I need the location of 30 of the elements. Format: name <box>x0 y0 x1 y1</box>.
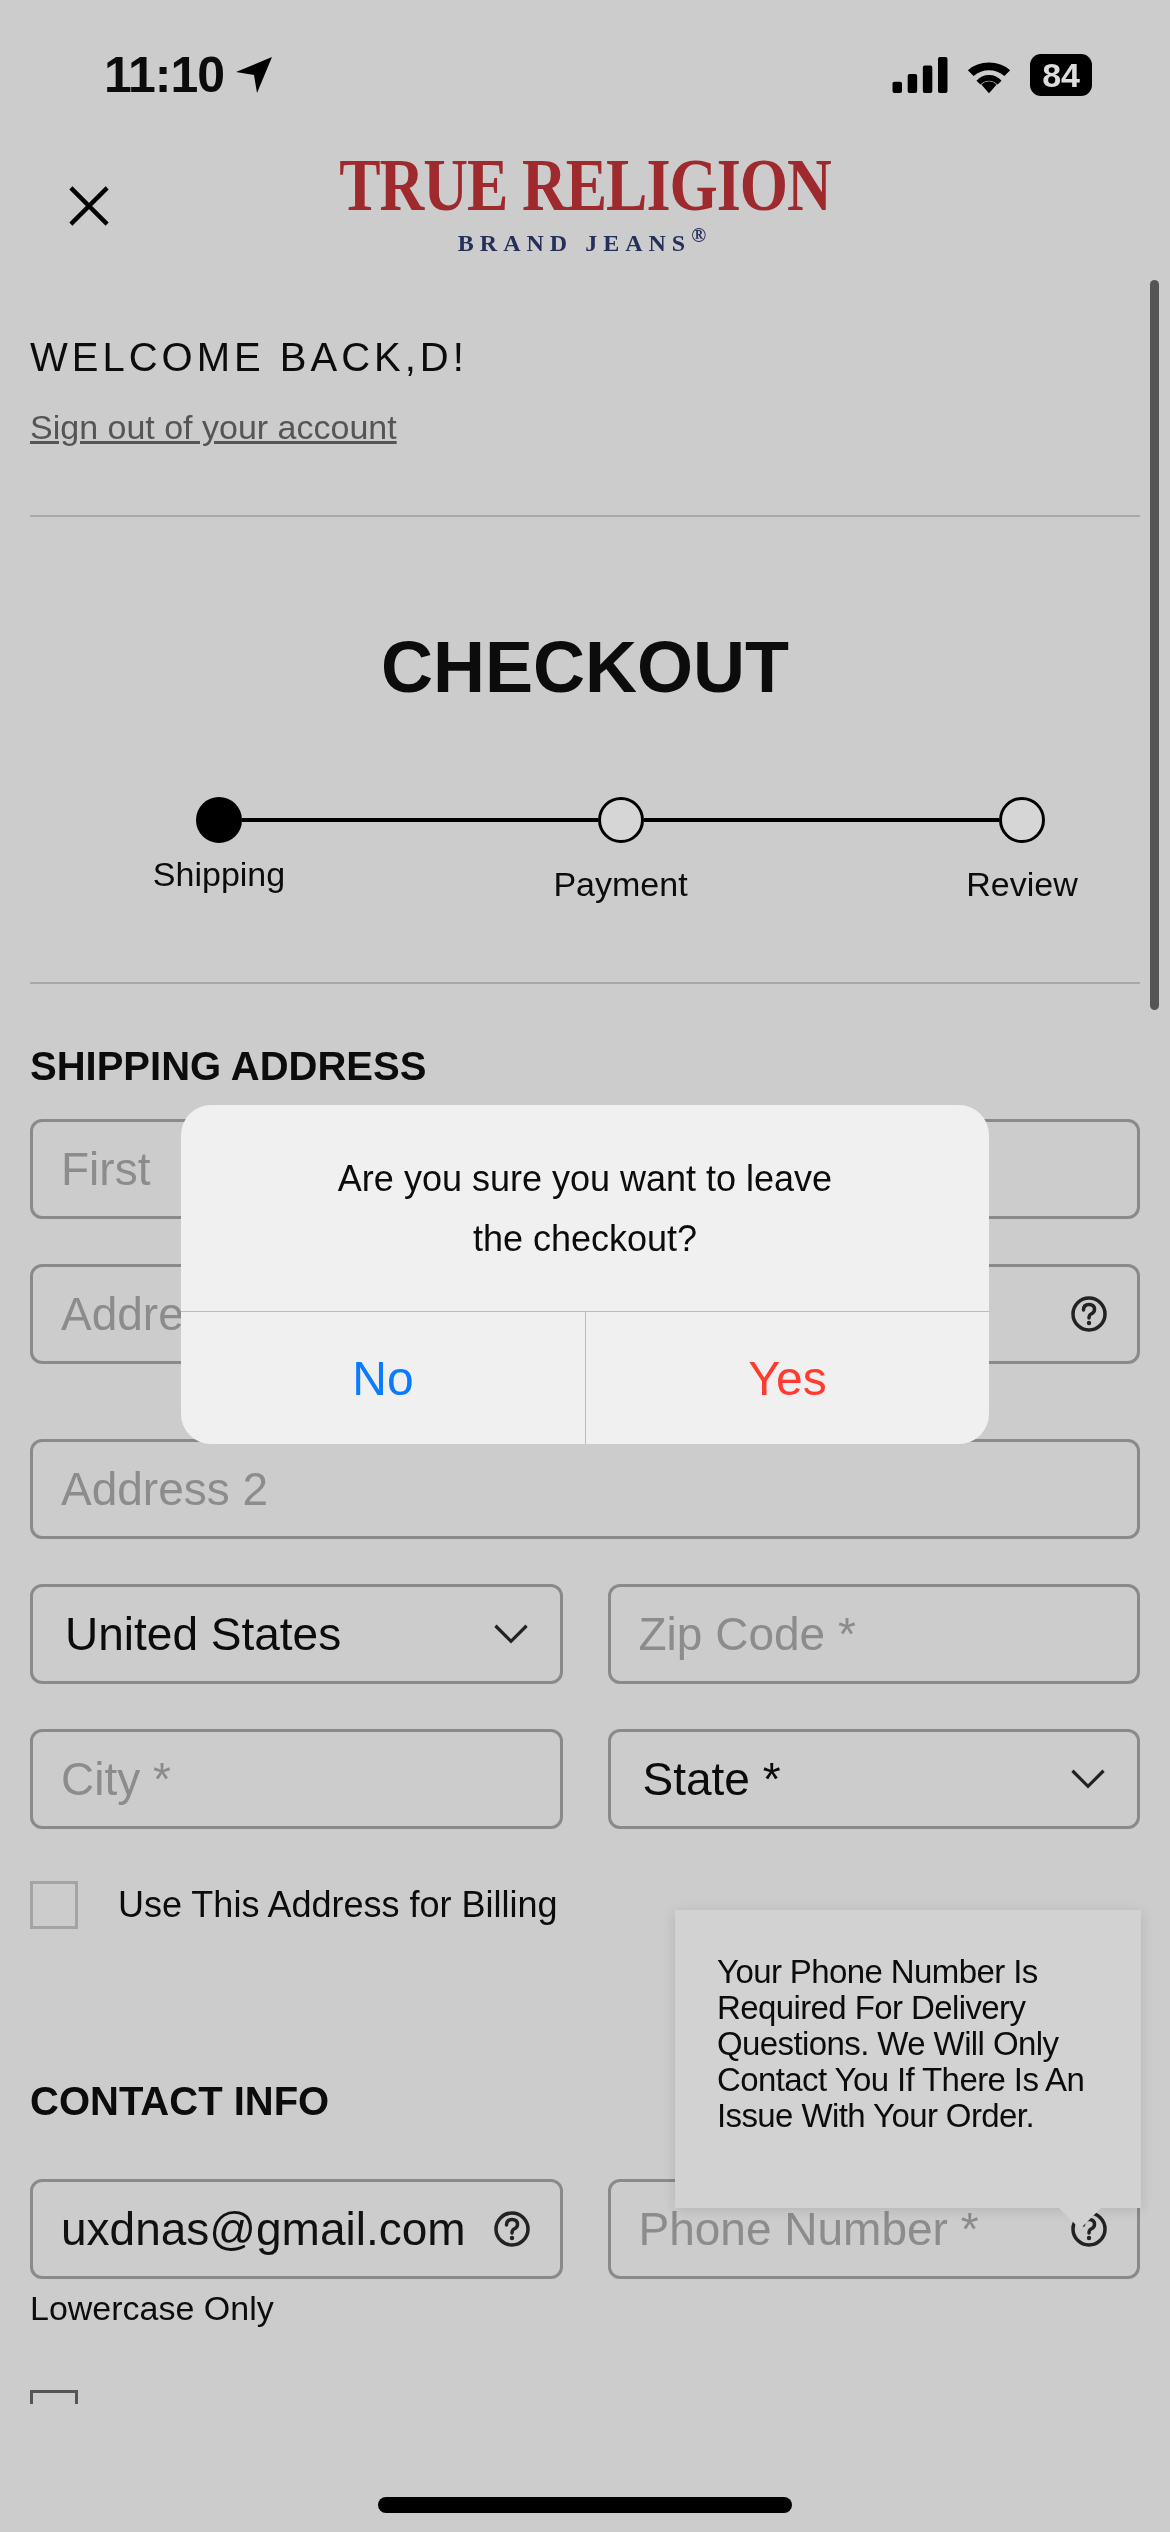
select-field[interactable]: United States <box>30 1584 563 1684</box>
help-icon[interactable] <box>1069 1294 1109 1334</box>
select-field[interactable]: State * <box>607 1729 1140 1829</box>
location-arrow-icon <box>234 55 275 95</box>
step-label: Review <box>966 865 1078 904</box>
close-icon[interactable] <box>68 185 110 227</box>
field-hint: Lowercase Only <box>30 2289 275 2328</box>
dialog-button[interactable]: Yes <box>585 1312 989 1444</box>
section-heading: CONTACT INFO <box>30 2079 330 2124</box>
checkbox[interactable] <box>30 1881 78 1929</box>
checkbox-label: Use This Address for Billing <box>118 1884 558 1926</box>
status-time: 11:10 <box>104 46 225 104</box>
input-field[interactable]: uxdnas@gmail.com <box>30 2179 563 2279</box>
chevron-down-icon <box>1069 1768 1107 1790</box>
signal-icon <box>892 57 949 93</box>
step-label: Payment <box>553 865 688 904</box>
dialog-message: Are you sure you want to leave the checkout? <box>336 1157 834 1261</box>
input-field[interactable]: Zip Code * <box>607 1584 1140 1684</box>
tooltip-arrow <box>1058 2207 1102 2229</box>
section-heading: SHIPPING ADDRESS <box>30 1044 427 1089</box>
logo-wordmark: TRUE RELIGION <box>339 143 831 227</box>
page-title: CHECKOUT <box>380 627 790 707</box>
sign-out-link[interactable]: Sign out of your account <box>30 408 397 447</box>
tooltip: Your Phone Number Is Required For Delivery Questions. We Will Only Contact You If There Is An Issue With Your Order. <box>675 1910 1141 2208</box>
step-label: Shipping <box>152 855 286 894</box>
input-field[interactable]: City * <box>30 1729 563 1829</box>
help-icon[interactable] <box>491 2209 532 2249</box>
battery-indicator: 84 <box>1030 54 1092 96</box>
greeting: WELCOME BACK,D! <box>30 335 469 380</box>
logo-tagline: BRAND JEANS$^{®}$ <box>457 224 713 257</box>
